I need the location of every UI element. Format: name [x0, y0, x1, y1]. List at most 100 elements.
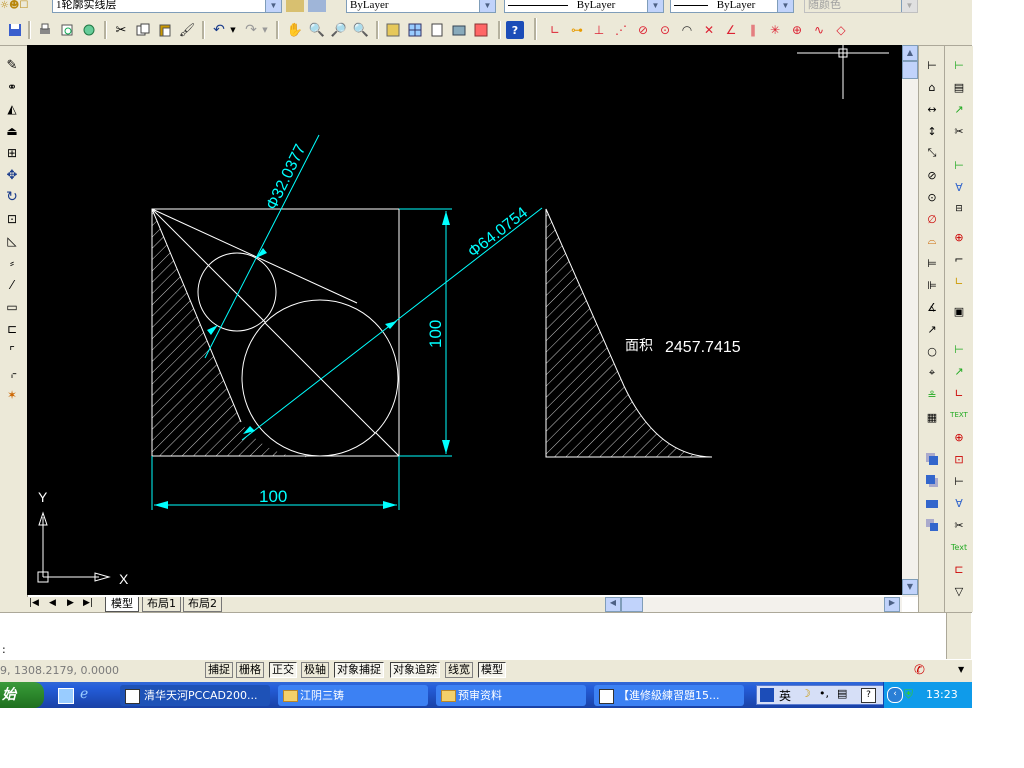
annotate-symbol-icon[interactable]: ▣ [950, 302, 968, 320]
command-scrollbar[interactable] [946, 613, 971, 659]
draworder-above-icon[interactable] [923, 494, 941, 512]
break-icon[interactable]: ▭ [3, 298, 21, 316]
snap-nearest-icon[interactable]: ∿ [810, 21, 828, 39]
status-lineweight-button[interactable]: 线宽 [445, 662, 473, 678]
vertical-scrollbar[interactable]: ▲ ▼ [902, 45, 918, 597]
dim-baseline-icon[interactable]: ⊨ [923, 254, 941, 272]
taskbar-item-document[interactable]: 【進修級練習題15... [594, 685, 744, 706]
tab-first-icon[interactable]: |◀ [29, 598, 39, 608]
array-icon[interactable]: ⊞ [3, 144, 21, 162]
annotate-balloon-icon[interactable]: ✂ [950, 122, 968, 140]
annotate-tolerance-icon[interactable]: ⊟ [950, 200, 968, 218]
dim-circle-icon[interactable]: ○ [923, 342, 941, 360]
annotate-text-icon[interactable]: TEXT [950, 406, 968, 424]
annotate-block-icon[interactable]: ⊏ [950, 560, 968, 578]
status-model-button[interactable]: 模型 [478, 662, 506, 678]
dim-ordinate-icon[interactable]: ≗ [923, 386, 941, 404]
layer-manager-icon[interactable] [286, 0, 304, 12]
annotate-leader2-icon[interactable]: ↗ [950, 362, 968, 380]
dim-vertical-icon[interactable]: ↕ [923, 122, 941, 140]
status-osnap-button[interactable]: 对象捕捉 [334, 662, 384, 678]
snap-node-icon[interactable]: ✳ [766, 21, 784, 39]
status-ortho-button[interactable]: 正交 [269, 662, 297, 678]
chevron-down-icon[interactable]: ▼ [228, 21, 238, 39]
annotate-angle-icon[interactable]: ∟ [950, 384, 968, 402]
scroll-thumb[interactable] [902, 61, 918, 79]
status-grid-button[interactable]: 栅格 [236, 662, 264, 678]
show-desktop-icon[interactable] [58, 688, 74, 704]
tool-palettes-icon[interactable] [428, 21, 446, 39]
annotate-scissor-icon[interactable]: ✂ [950, 516, 968, 534]
copy-object-icon[interactable]: ⚭ [3, 78, 21, 96]
layer-previous-icon[interactable] [308, 0, 326, 12]
dim-continue-icon[interactable]: ⊫ [923, 276, 941, 294]
snap-apparent-icon[interactable]: ⋰ [612, 21, 630, 39]
annotate-check-icon[interactable]: ∀ [950, 494, 968, 512]
snap-tangent-icon[interactable]: ✕ [700, 21, 718, 39]
fillet-icon[interactable]: ⌌ [3, 364, 21, 382]
save-icon[interactable] [6, 21, 24, 39]
status-menu-chevron-icon[interactable]: ▼ [958, 665, 964, 674]
status-snap-button[interactable]: 捕捉 [205, 662, 233, 678]
ime-bar[interactable]: 英 ☽ •, ▤ ? [756, 685, 884, 705]
mirror-icon[interactable]: ◭ [3, 100, 21, 118]
scroll-up-button[interactable]: ▲ [902, 45, 918, 61]
taskbar-item-cad[interactable]: 清华天河PCCAD200... [120, 685, 270, 706]
move-icon[interactable]: ✥ [3, 166, 21, 184]
annotate-fit-icon[interactable]: ⊢ [950, 472, 968, 490]
paste-icon[interactable] [156, 21, 174, 39]
rotate-icon[interactable]: ↻ [3, 188, 21, 206]
tab-layout1[interactable]: 布局1 [142, 597, 181, 612]
zoom-previous-icon[interactable]: 🔍 [352, 21, 370, 39]
dim-aligned-icon[interactable]: ⌂ [923, 78, 941, 96]
snap-endpoint-icon[interactable]: ∟ [546, 21, 564, 39]
dim-arc-icon[interactable]: ⌓ [923, 232, 941, 250]
tray-shield-icon[interactable]: ⛨ [904, 687, 913, 702]
annotate-roughness-icon[interactable]: ∀ [950, 178, 968, 196]
design-center-icon[interactable] [406, 21, 424, 39]
markup-icon[interactable] [472, 21, 490, 39]
annotate-chamfer-icon[interactable]: ∟ [950, 272, 968, 290]
annotate-center-icon[interactable]: ⊕ [950, 428, 968, 446]
draworder-front-icon[interactable] [923, 450, 941, 468]
redo-icon[interactable]: ↷ [242, 21, 260, 39]
tab-next-icon[interactable]: ▶ [67, 598, 74, 608]
scroll-h-thumb[interactable] [621, 597, 643, 612]
dim-diameter-icon[interactable]: ⊘ [923, 166, 941, 184]
snap-insert-icon[interactable]: ⊕ [788, 21, 806, 39]
dim-tolerance-icon[interactable]: ⌖ [923, 364, 941, 382]
chevron-down-icon[interactable]: ▼ [777, 0, 793, 12]
snap-quadrant-icon[interactable]: ◠ [678, 21, 696, 39]
erase-icon[interactable]: ✎ [3, 56, 21, 74]
pan-icon[interactable]: ✋ [286, 21, 304, 39]
join-icon[interactable]: ⊏ [3, 320, 21, 338]
snap-extension-icon[interactable]: ⊘ [634, 21, 652, 39]
taskbar-item-folder2[interactable]: 预审资料 [436, 685, 586, 706]
zoom-window-icon[interactable]: 🔎 [330, 21, 348, 39]
trim-icon[interactable]: ⸗ [3, 254, 21, 272]
chevron-down-icon[interactable]: ▼ [647, 0, 663, 12]
taskbar-item-folder1[interactable]: 江阴三铸 [278, 685, 428, 706]
dim-linear-icon[interactable]: ⊢ [923, 56, 941, 74]
status-polar-button[interactable]: 极轴 [301, 662, 329, 678]
draworder-under-icon[interactable] [923, 516, 941, 534]
cut-icon[interactable]: ✂ [112, 21, 130, 39]
draworder-back-icon[interactable] [923, 472, 941, 490]
snap-intersection-icon[interactable]: ⊥ [590, 21, 608, 39]
command-window[interactable]: : [0, 612, 972, 661]
tray-expand-icon[interactable]: ‹ [887, 687, 903, 703]
start-button[interactable]: 始 [0, 682, 44, 708]
linetype-combo[interactable]: ByLayer ▼ [504, 0, 664, 13]
explode-icon[interactable]: ✶ [3, 386, 21, 404]
snap-center-icon[interactable]: ⊙ [656, 21, 674, 39]
zoom-realtime-icon[interactable]: 🔍 [308, 21, 326, 39]
dim-angle-icon[interactable]: ∅ [923, 210, 941, 228]
dim-leader-icon[interactable]: ↗ [923, 320, 941, 338]
scroll-down-button[interactable]: ▼ [902, 579, 918, 595]
snap-none-icon[interactable]: ◇ [832, 21, 850, 39]
drawing-canvas[interactable]: Φ32.0377 Φ64.0754 100 100 面积 2457.7415 Y… [27, 45, 902, 595]
scroll-right-button[interactable]: ▶ [884, 597, 900, 612]
lineweight-combo[interactable]: ByLayer ▼ [670, 0, 794, 13]
offset-icon[interactable]: ⏏ [3, 122, 21, 140]
status-otrack-button[interactable]: 对象追踪 [390, 662, 440, 678]
